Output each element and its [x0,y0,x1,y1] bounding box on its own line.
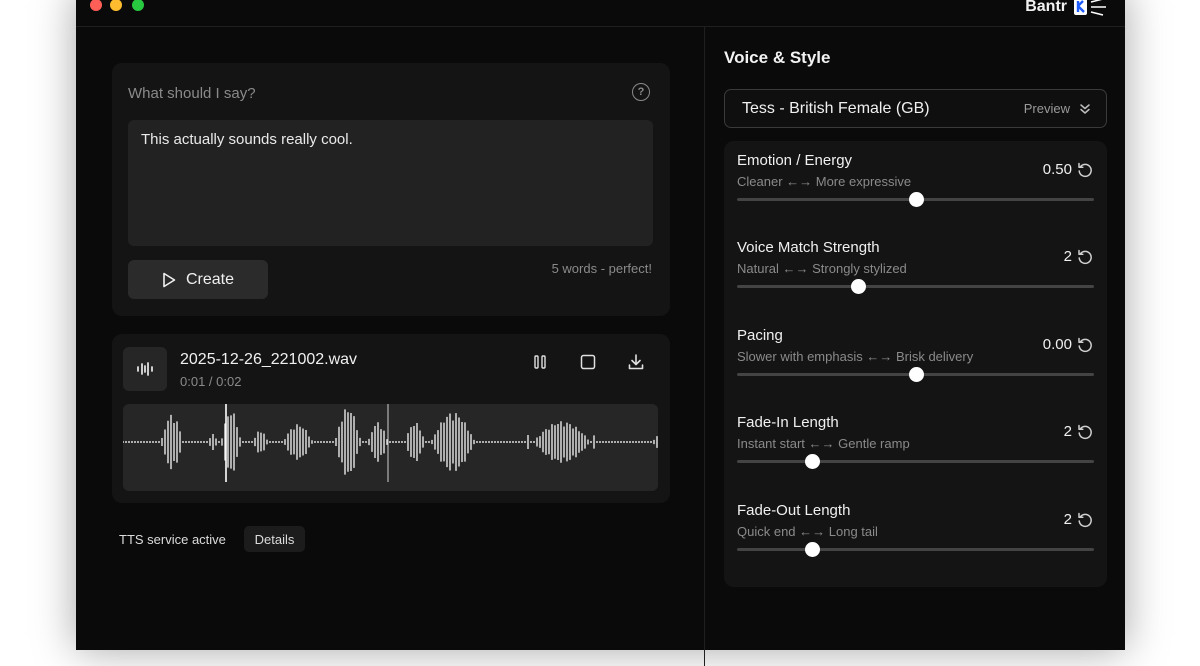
slider-track[interactable] [737,285,1094,288]
word-count: 5 words - perfect! [551,261,652,276]
reset-icon[interactable] [1076,248,1094,266]
pause-icon[interactable] [530,352,550,372]
brand-logo-icon [1074,0,1106,16]
slider-description: Slower with emphasis ←→ Brisk delivery [737,349,974,364]
reset-icon[interactable] [1076,511,1094,529]
slider-label: Emotion / Energy [737,152,853,169]
slider-thumb[interactable] [804,454,820,469]
slider-label: Fade-In Length [737,414,839,431]
download-icon[interactable] [626,352,646,372]
slider-track[interactable] [737,460,1094,463]
reset-icon[interactable] [1076,423,1094,441]
service-status: TTS service active [119,532,226,547]
slider-pacing: Pacing Slower with emphasis ←→ Brisk del… [737,327,1094,407]
slider-thumb[interactable] [908,367,924,382]
audio-file-icon [123,347,167,391]
prompt-title: What should I say? [128,85,256,102]
help-icon[interactable]: ? [632,83,650,101]
slider-fade-out-length: Fade-Out Length Quick end ←→ Long tail 2 [737,502,1094,582]
chevron-down-icon [1080,104,1090,114]
style-sliders-card: Emotion / Energy Cleaner ←→ More express… [724,141,1107,587]
reset-icon[interactable] [1076,161,1094,179]
slider-description: Instant start ←→ Gentle ramp [737,436,910,451]
slider-value: 0.50 [1042,161,1072,178]
audio-file-name: 2025-12-26_221002.wav [180,351,358,368]
slider-emotion-energy: Emotion / Energy Cleaner ←→ More express… [737,152,1094,232]
slider-label: Fade-Out Length [737,502,851,519]
brand-name: Bantr [1025,0,1067,15]
slider-thumb[interactable] [908,192,924,207]
slider-fade-in-length: Fade-In Length Instant start ←→ Gentle r… [737,414,1094,494]
slider-label: Pacing [737,327,783,344]
slider-track[interactable] [737,548,1094,551]
play-icon [163,272,176,287]
app-window: Bantr What should I say? ? This actually… [76,0,1125,666]
audio-time: 0:01 / 0:02 [180,374,242,389]
panel-divider [704,26,705,666]
audio-player-card: 2025-12-26_221002.wav 0:01 / 0:02 [112,334,670,503]
slider-value: 2 [1063,511,1072,528]
close-window-button[interactable] [90,0,102,11]
waveform[interactable] [123,404,658,491]
slider-description: Natural ←→ Strongly stylized [737,261,907,276]
slider-value: 0.00 [1042,336,1072,353]
title-bar: Bantr [76,0,1125,27]
create-button[interactable]: Create [128,260,268,299]
slider-description: Cleaner ←→ More expressive [737,174,912,189]
prompt-card: What should I say? ? This actually sound… [112,63,670,316]
maximize-window-button[interactable] [132,0,144,11]
minimize-window-button[interactable] [110,0,122,11]
slider-voice-match-strength: Voice Match Strength Natural ←→ Strongly… [737,239,1094,319]
panel-title: Voice & Style [724,48,831,67]
voice-select[interactable]: Tess - British Female (GB) Preview [724,89,1107,128]
prompt-textarea[interactable]: This actually sounds really cool. [128,120,653,246]
slider-value: 2 [1063,248,1072,265]
slider-description: Quick end ←→ Long tail [737,524,878,539]
stop-icon[interactable] [578,352,598,372]
reset-icon[interactable] [1076,336,1094,354]
slider-thumb[interactable] [804,542,820,557]
slider-label: Voice Match Strength [737,239,880,256]
details-button[interactable]: Details [244,526,305,552]
slider-value: 2 [1063,423,1072,440]
create-button-label: Create [185,270,235,288]
slider-thumb[interactable] [851,279,867,294]
voice-select-value: Tess - British Female (GB) [742,100,930,117]
preview-button[interactable]: Preview [1024,101,1070,116]
brand: Bantr [1025,0,1111,18]
